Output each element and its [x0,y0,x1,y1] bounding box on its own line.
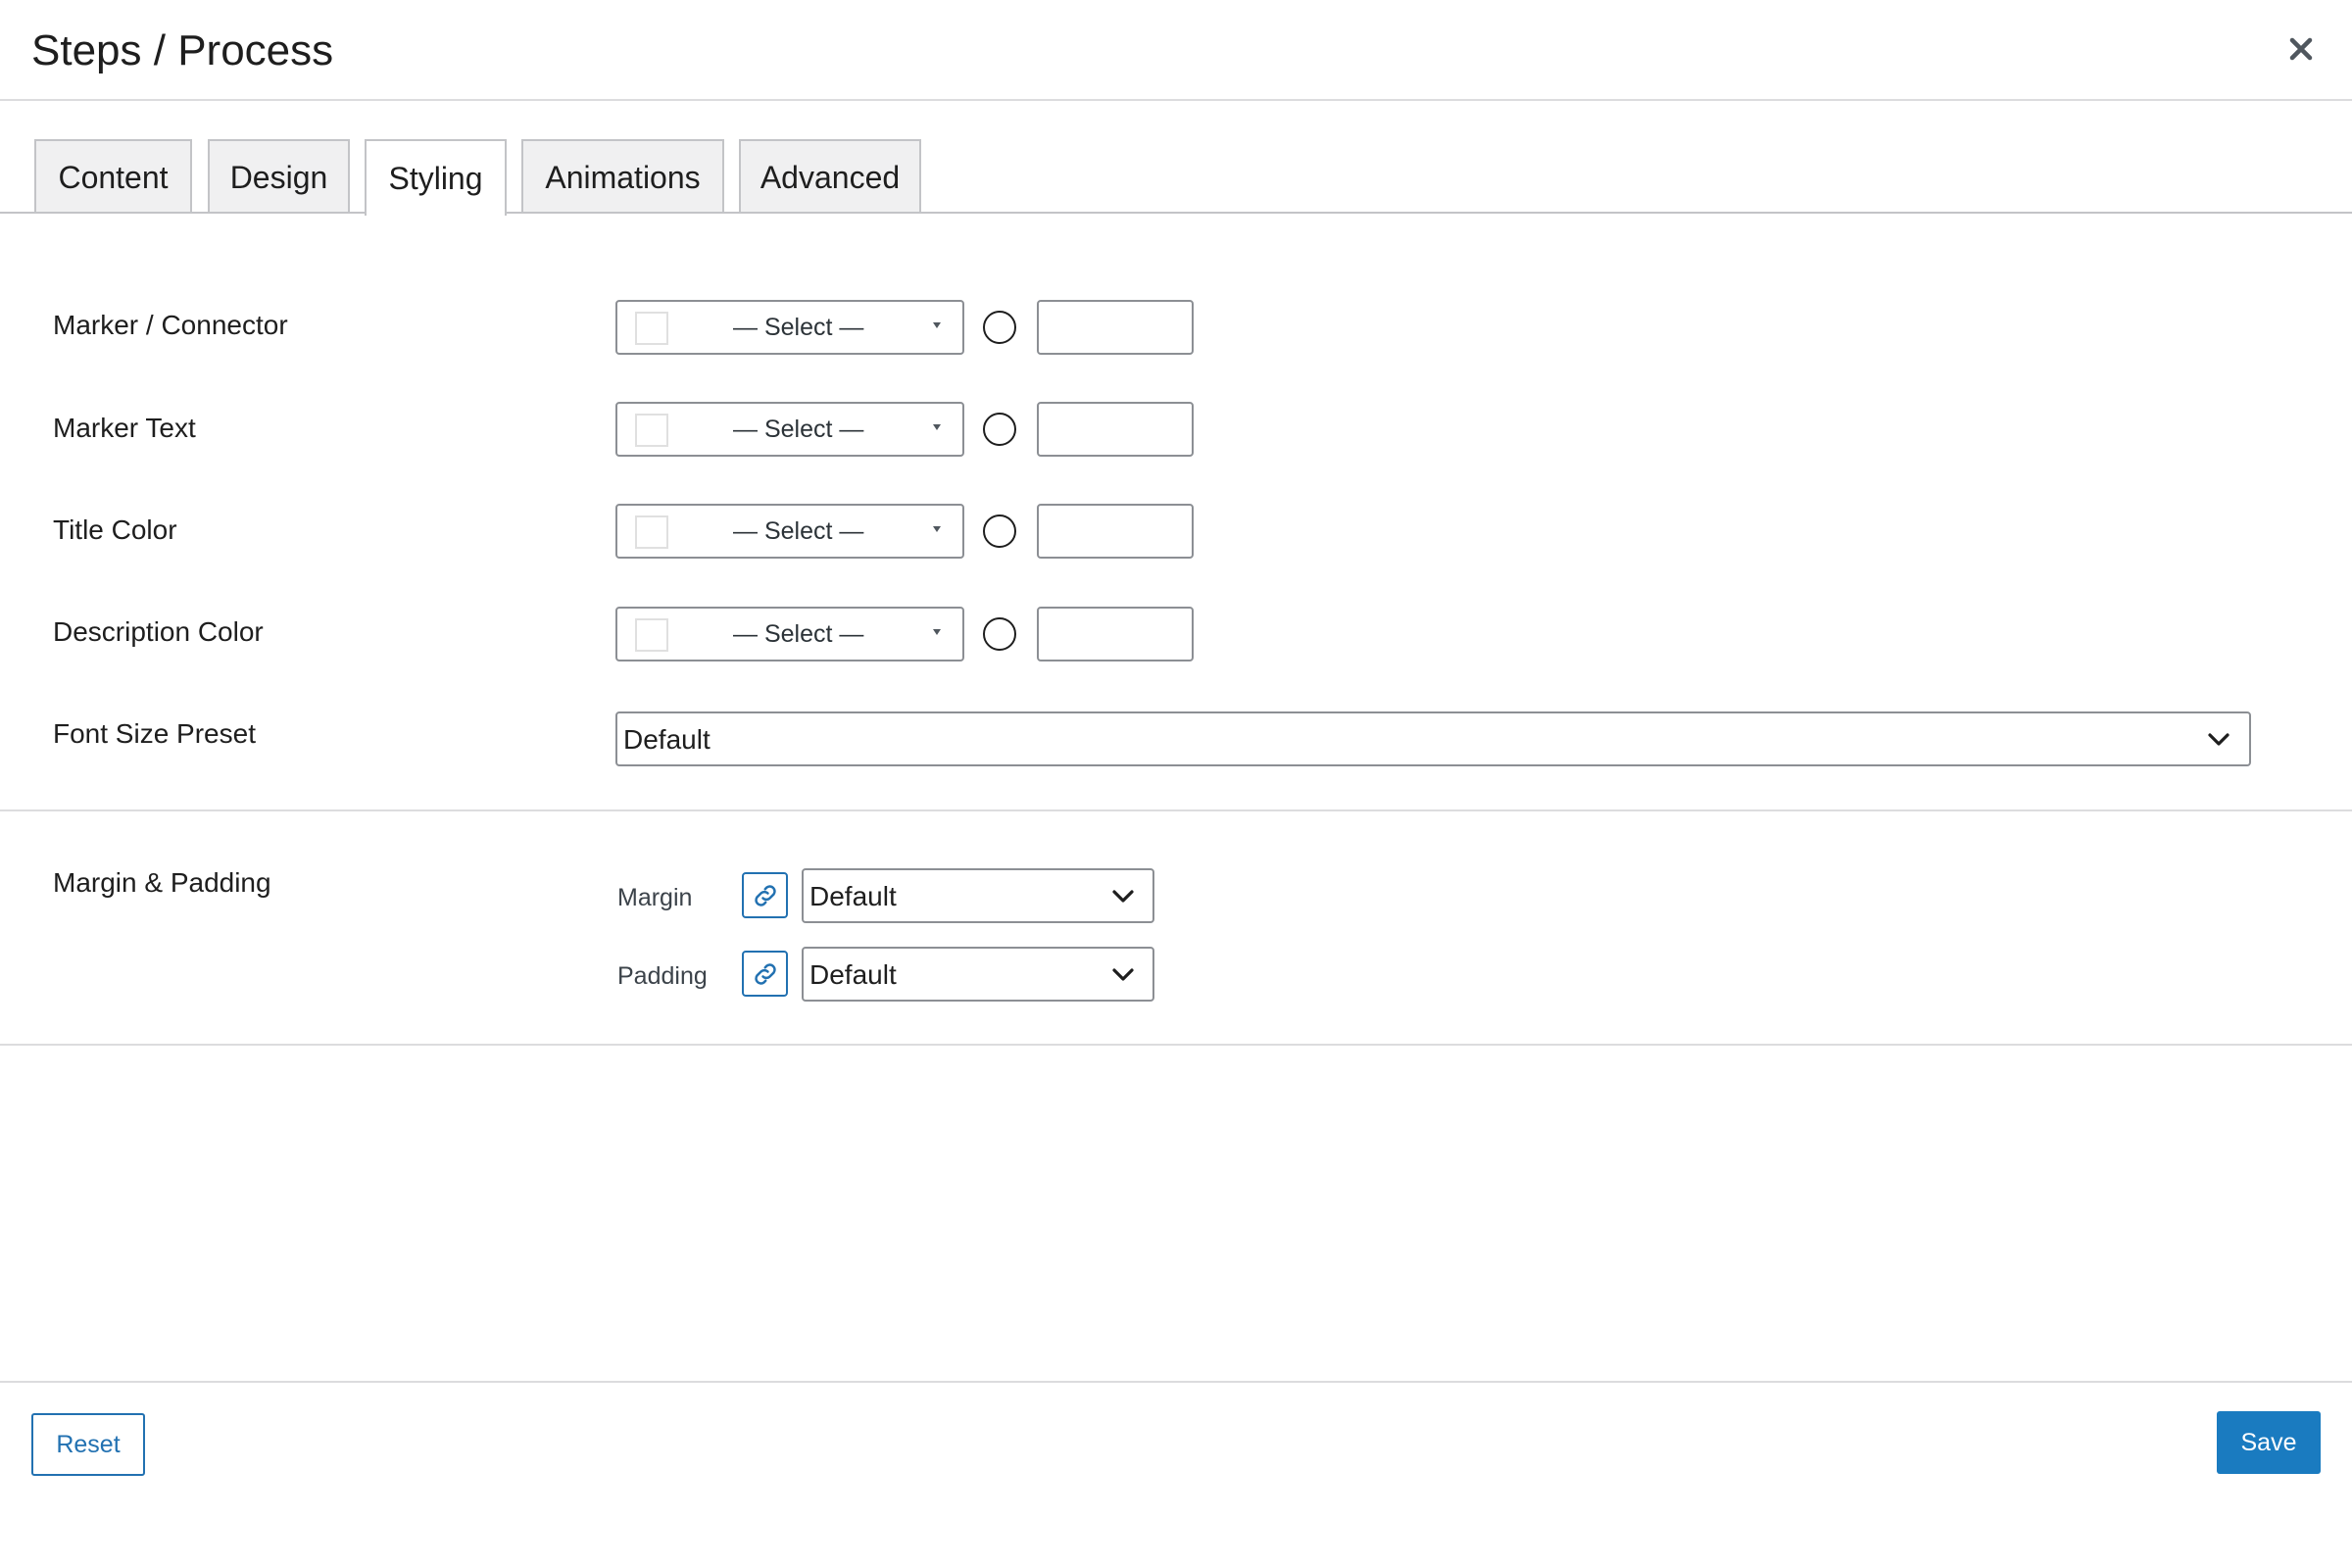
tabs-divider [0,212,2352,214]
color-select-description-color[interactable]: — Select — [615,607,964,662]
opacity-toggle[interactable] [983,311,1016,344]
value-input-description-color[interactable] [1037,607,1194,662]
chevron-down-icon [2208,733,2230,746]
font-size-preset-select[interactable]: Default [615,711,2251,766]
color-swatch [635,312,668,345]
value-input-marker-text[interactable] [1037,402,1194,457]
opacity-toggle[interactable] [983,514,1016,548]
field-label-marker-text: Marker Text [53,413,196,443]
padding-label: Padding [617,962,708,990]
select-value: — Select — [733,620,864,648]
color-select-title-color[interactable]: — Select — [615,504,964,559]
color-swatch [635,414,668,447]
color-swatch [635,618,668,652]
caret-down-icon [933,629,941,635]
padding-link-button[interactable] [742,951,788,997]
select-value: Default [809,959,897,990]
caret-down-icon [933,322,941,328]
caret-down-icon [933,526,941,532]
color-select-marker-text[interactable]: — Select — [615,402,964,457]
tab-advanced[interactable]: Advanced [739,139,921,214]
close-icon [2289,37,2313,61]
field-label-title-color: Title Color [53,514,177,545]
tab-styling[interactable]: Styling [365,139,507,216]
header-divider [0,99,2352,101]
link-icon [754,962,776,985]
tab-content[interactable]: Content [34,139,192,214]
color-select-marker-connector[interactable]: — Select — [615,300,964,355]
caret-down-icon [933,424,941,430]
value-input-marker-connector[interactable] [1037,300,1194,355]
link-icon [754,884,776,906]
reset-button[interactable]: Reset [31,1413,145,1476]
modal-title: Steps / Process [31,26,334,74]
select-value: Default [623,724,710,755]
margin-select[interactable]: Default [802,868,1154,923]
select-value: — Select — [733,517,864,545]
close-button[interactable] [2274,22,2328,76]
tab-animations[interactable]: Animations [521,139,724,214]
margin-label: Margin [617,884,693,911]
opacity-toggle[interactable] [983,617,1016,651]
field-label-marker-connector: Marker / Connector [53,310,288,340]
field-label-description-color: Description Color [53,616,264,647]
section-divider [0,1044,2352,1046]
opacity-toggle[interactable] [983,413,1016,446]
footer-divider [0,1381,2352,1383]
save-button[interactable]: Save [2217,1411,2321,1474]
section-divider [0,809,2352,811]
section-label-margin-padding: Margin & Padding [53,867,271,898]
color-swatch [635,515,668,549]
margin-link-button[interactable] [742,872,788,918]
chevron-down-icon [1112,968,1134,981]
field-label-font-size-preset: Font Size Preset [53,718,256,749]
tab-design[interactable]: Design [208,139,350,214]
select-value: — Select — [733,314,864,341]
select-value: — Select — [733,416,864,443]
padding-select[interactable]: Default [802,947,1154,1002]
chevron-down-icon [1112,890,1134,903]
select-value: Default [809,881,897,911]
value-input-title-color[interactable] [1037,504,1194,559]
